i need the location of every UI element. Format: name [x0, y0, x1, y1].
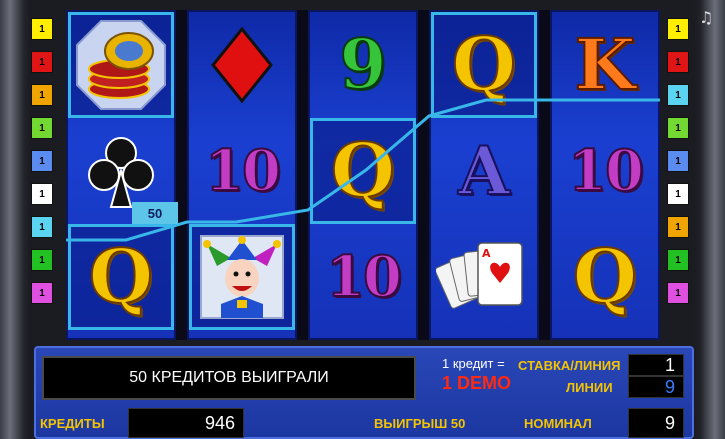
- queen-symbol: Q: [68, 224, 174, 330]
- line-button-3[interactable]: 1: [667, 84, 689, 106]
- reel-5: K 10 Q: [550, 10, 660, 340]
- nine-label: 9: [338, 25, 387, 105]
- svg-text:A: A: [482, 247, 491, 260]
- credits-label: КРЕДИТЫ: [40, 416, 105, 431]
- ten-label: 10: [204, 138, 282, 204]
- line-button-6[interactable]: 1: [31, 183, 53, 205]
- king-symbol: K: [552, 12, 658, 118]
- line-button-3[interactable]: 1: [31, 84, 53, 106]
- win-badge: 50: [132, 202, 178, 224]
- queen-letter: Q: [330, 128, 396, 214]
- reel-2: 10: [187, 10, 297, 340]
- line-button-4[interactable]: 1: [667, 117, 689, 139]
- line-button-2[interactable]: 1: [31, 51, 53, 73]
- line-buttons-left: 1 1 1 1 1 1 1 1 1: [31, 18, 53, 315]
- line-buttons-right: 1 1 1 1 1 1 1 1 1: [667, 18, 689, 315]
- ten-label: 10: [567, 138, 645, 204]
- ten-symbol: 10: [310, 224, 416, 330]
- line-button-1[interactable]: 1: [667, 18, 689, 40]
- reel-4: Q A A: [429, 10, 539, 340]
- cards-symbol: A: [431, 224, 537, 330]
- line-button-9[interactable]: 1: [667, 282, 689, 304]
- nine-symbol: 9: [310, 12, 416, 118]
- reels-area: Q 10 9 Q 10 Q A A K 10 Q: [66, 10, 660, 340]
- line-button-7[interactable]: 1: [31, 216, 53, 238]
- lines-label: ЛИНИИ: [566, 380, 613, 395]
- line-button-8[interactable]: 1: [667, 249, 689, 271]
- reel-3: 9 Q 10: [308, 10, 418, 340]
- queen-letter: Q: [88, 234, 154, 320]
- coins-symbol: [68, 12, 174, 118]
- diamond-symbol: [189, 12, 295, 118]
- queen-symbol: Q: [310, 118, 416, 224]
- line-button-4[interactable]: 1: [31, 117, 53, 139]
- music-note-icon[interactable]: ♫: [699, 8, 719, 28]
- line-button-2[interactable]: 1: [667, 51, 689, 73]
- demo-label: 1 DEMO: [442, 373, 512, 393]
- jester-symbol: [189, 224, 295, 330]
- line-button-9[interactable]: 1: [31, 282, 53, 304]
- win-label: ВЫИГРЫШ 50: [374, 416, 466, 431]
- reel-1: Q: [66, 10, 176, 340]
- ace-letter: A: [457, 132, 510, 210]
- bet-per-line-label: СТАВКА/ЛИНИЯ: [518, 358, 621, 373]
- ten-label: 10: [325, 244, 403, 310]
- credits-value: 946: [128, 408, 244, 438]
- denom-value[interactable]: 9: [628, 408, 684, 438]
- win-message: 50 КРЕДИТОВ ВЫИГРАЛИ: [42, 356, 416, 400]
- queen-letter: Q: [572, 234, 638, 320]
- bet-value[interactable]: 1: [628, 354, 684, 376]
- ace-symbol: A: [431, 118, 537, 224]
- ten-symbol: 10: [189, 118, 295, 224]
- queen-letter: Q: [451, 22, 517, 108]
- line-button-6[interactable]: 1: [667, 183, 689, 205]
- line-button-5[interactable]: 1: [31, 150, 53, 172]
- ten-symbol: 10: [552, 118, 658, 224]
- line-button-8[interactable]: 1: [31, 249, 53, 271]
- queen-symbol: Q: [431, 12, 537, 118]
- denom-label: НОМИНАЛ: [524, 416, 592, 431]
- credit-eq-label: 1 кредит =: [442, 356, 505, 371]
- king-letter: K: [574, 23, 637, 106]
- line-button-7[interactable]: 1: [667, 216, 689, 238]
- queen-symbol: Q: [552, 224, 658, 330]
- line-button-5[interactable]: 1: [667, 150, 689, 172]
- line-button-1[interactable]: 1: [31, 18, 53, 40]
- lines-value[interactable]: 9: [628, 376, 684, 398]
